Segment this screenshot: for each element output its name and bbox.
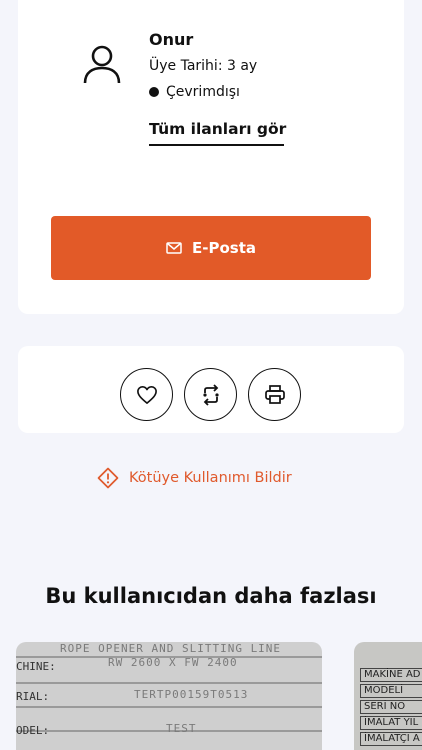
heart-icon <box>136 385 157 404</box>
compare-arrows-icon <box>202 383 219 406</box>
seller-name: Onur <box>149 30 194 49</box>
user-icon <box>83 45 121 84</box>
mail-icon <box>166 242 182 254</box>
plate-text: TEST <box>166 722 197 735</box>
favorite-button[interactable] <box>120 368 173 421</box>
plate-text: RIAL: <box>16 690 50 703</box>
more-from-user-title: Bu kullanıcıdan daha fazlası <box>45 584 377 608</box>
plate-text: İMALAT YIL <box>360 716 422 730</box>
listing-card-image[interactable]: MAKİNE AD MODELİ SERİ NO İMALAT YIL İMAL… <box>354 642 422 750</box>
email-button[interactable]: E-Posta <box>51 216 371 280</box>
plate-text: SERİ NO <box>360 700 422 714</box>
printer-icon <box>264 384 285 404</box>
online-status: Çevrimdışı <box>149 84 240 100</box>
warning-icon <box>97 467 119 489</box>
plate-text: İMALATÇI A <box>360 732 422 746</box>
plate-text: ROPE OPENER AND SLITTING LINE <box>60 642 282 655</box>
status-label: Çevrimdışı <box>166 84 240 100</box>
status-dot-icon <box>149 87 159 97</box>
plate-text: CHINE: <box>16 660 56 673</box>
plate-text: MODELİ <box>360 684 422 698</box>
compare-button[interactable] <box>184 368 237 421</box>
print-button[interactable] <box>248 368 301 421</box>
plate-text: ODEL: <box>16 724 50 737</box>
plate-text: RW 2600 X FW 2400 <box>108 656 238 669</box>
plate-text: MAKİNE AD <box>360 668 422 682</box>
actions-card <box>18 346 404 433</box>
report-abuse-link[interactable]: Kötüye Kullanımı Bildir <box>97 467 292 489</box>
report-abuse-label: Kötüye Kullanımı Bildir <box>129 470 292 486</box>
email-button-label: E-Posta <box>192 239 256 257</box>
plate-text: TERTP00159T0513 <box>134 688 249 701</box>
listing-card-image[interactable]: ROPE OPENER AND SLITTING LINE CHINE: RW … <box>16 642 322 750</box>
all-listings-link[interactable]: Tüm ilanları gör <box>149 120 286 146</box>
member-since: Üye Tarihi: 3 ay <box>149 58 258 74</box>
